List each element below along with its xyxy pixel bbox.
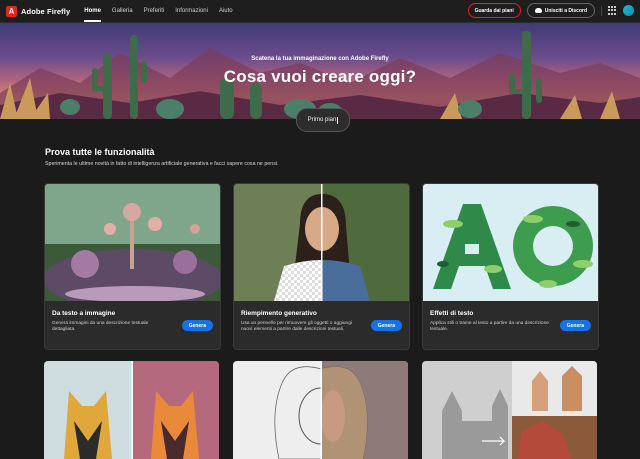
feature-card-text-effects[interactable]: Effetti di testo Applica stili o trame a… [422,183,599,350]
hero-banner: Scatena la tua immaginazione con Adobe F… [0,23,640,119]
generate-button[interactable]: Genera [181,320,213,331]
feature-card-text-to-image[interactable]: Da testo a immagine Genera immagini da u… [44,183,221,350]
user-avatar[interactable] [623,5,634,16]
feature-card-3d-to-image[interactable] [422,361,597,459]
text-effects-thumbnail [423,184,598,301]
join-discord-label: Unisciti a Discord [544,7,587,14]
card-description: Usa un pennello per rimuovere gli oggett… [241,321,352,333]
view-plans-button[interactable]: Guarda dai piani [467,3,521,18]
recolor-thumbnail [44,361,219,459]
nav-help[interactable]: Aiuto [219,0,233,22]
discord-icon [534,8,542,13]
3d-to-image-thumbnail [422,361,597,459]
nav-home[interactable]: Home [84,0,101,22]
text-to-image-thumbnail [45,184,220,301]
nav-gallery[interactable]: Galleria [112,0,133,22]
join-discord-button[interactable]: Unisciti a Discord [526,3,595,18]
card-description: Applica stili o trame al testo a partire… [430,321,549,333]
hero-title: Cosa vuoi creare oggi? [223,67,417,86]
card-title: Riempimento generativo [241,310,317,317]
section-description: Sperimenta le ultime novità in fatto di … [45,161,279,167]
prompt-text: Primo pian [307,117,337,123]
section-title: Prova tutte le funzionalità [45,147,155,157]
divider [601,5,602,16]
card-title: Effetti di testo [430,310,474,317]
main-nav: Home Galleria Preferiti Informazioni Aiu… [84,0,233,22]
generative-fill-thumbnail [234,184,409,301]
card-title: Da testo a immagine [52,310,116,317]
top-navigation-bar: A Adobe Firefly Home Galleria Preferiti … [0,0,640,23]
generate-button[interactable]: Genera [370,320,402,331]
prompt-input[interactable]: Primo pian [296,108,350,132]
hero-subtitle: Scatena la tua immaginazione con Adobe F… [251,56,389,62]
brand-logo[interactable]: A Adobe Firefly [6,5,71,17]
text-cursor [337,116,339,124]
nav-about[interactable]: Informazioni [175,0,208,22]
topbar-actions: Guarda dai piani Unisciti a Discord [467,3,634,18]
generate-button[interactable]: Genera [559,320,591,331]
nav-favorites[interactable]: Preferiti [144,0,165,22]
card-description: Genera immagini da una descrizione testu… [52,321,149,333]
sketch-thumbnail [233,361,408,459]
feature-card-recolor[interactable] [44,361,219,459]
brand-name: Adobe Firefly [21,6,71,16]
feature-card-sketch-to-image[interactable] [233,361,408,459]
feature-card-generative-fill[interactable]: Riempimento generativo Usa un pennello p… [233,183,410,350]
adobe-logo-icon: A [6,5,17,17]
apps-grid-icon[interactable] [608,6,617,15]
